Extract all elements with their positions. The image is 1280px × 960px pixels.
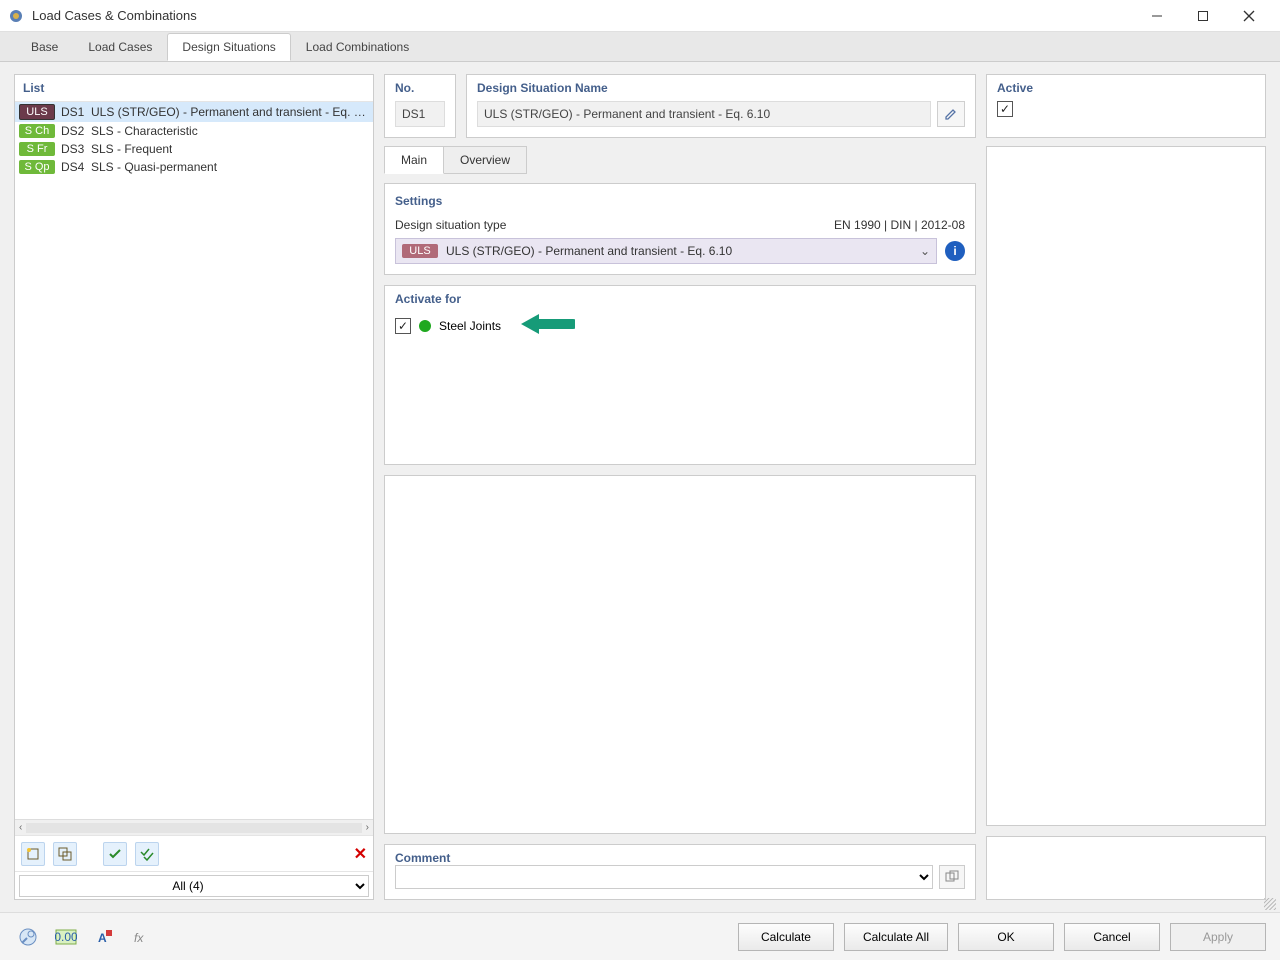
pencil-icon — [944, 107, 958, 121]
new-item-button[interactable] — [21, 842, 45, 866]
steel-joints-checkbox[interactable] — [395, 318, 411, 334]
no-field[interactable]: DS1 — [395, 101, 445, 127]
standard-label: EN 1990 | DIN | 2012-08 — [834, 218, 965, 232]
check-some-button[interactable] — [103, 842, 127, 866]
edit-name-button[interactable] — [937, 101, 965, 127]
units-button[interactable]: 0.00 — [52, 923, 80, 951]
name-field[interactable]: ULS (STR/GEO) - Permanent and transient … — [477, 101, 931, 127]
list-item[interactable]: S Qp DS4 SLS - Quasi-permanent — [15, 158, 373, 176]
situation-type-dropdown[interactable]: ULS ULS (STR/GEO) - Permanent and transi… — [395, 238, 937, 264]
list-toolbar: ✕ — [15, 835, 373, 871]
resize-grip[interactable] — [1264, 898, 1276, 910]
tab-base[interactable]: Base — [16, 33, 73, 61]
list-item-id: DS1 — [61, 105, 91, 119]
comment-library-button[interactable] — [939, 865, 965, 889]
dialog-footer: 0.00 A fx Calculate Calculate All OK Can… — [0, 912, 1280, 960]
details-header: No. DS1 Design Situation Name ULS (STR/G… — [384, 74, 1266, 138]
tab-load-combinations[interactable]: Load Combinations — [291, 33, 424, 61]
name-box: Design Situation Name ULS (STR/GEO) - Pe… — [466, 74, 976, 138]
list-body: ULS DS1 ULS (STR/GEO) - Permanent and tr… — [15, 102, 373, 819]
titlebar: Load Cases & Combinations — [0, 0, 1280, 32]
list-item-id: DS3 — [61, 142, 91, 156]
empty-panel — [384, 475, 976, 834]
active-box: Active — [986, 74, 1266, 138]
side-panel-upper — [986, 146, 1266, 826]
no-box: No. DS1 — [384, 74, 456, 138]
side-panel-lower — [986, 836, 1266, 900]
list-item-id: DS2 — [61, 124, 91, 138]
list-heading: List — [15, 75, 373, 102]
list-filter: All (4) — [15, 871, 373, 899]
steel-joints-label: Steel Joints — [439, 319, 501, 333]
no-label: No. — [395, 81, 445, 95]
list-panel: List ULS DS1 ULS (STR/GEO) - Permanent a… — [14, 74, 374, 900]
cards-icon — [945, 870, 959, 884]
list-item-name: SLS - Quasi-permanent — [91, 160, 217, 174]
calculate-button[interactable]: Calculate — [738, 923, 834, 951]
text-tool-button[interactable]: A — [90, 923, 118, 951]
app-icon — [8, 8, 24, 24]
scroll-right-icon[interactable]: › — [366, 822, 369, 833]
delete-button[interactable]: ✕ — [354, 844, 367, 864]
settings-box: Settings Design situation type EN 1990 |… — [384, 183, 976, 275]
minimize-button[interactable] — [1134, 0, 1180, 32]
settings-title: Settings — [395, 194, 965, 208]
inner-tab-overview[interactable]: Overview — [444, 146, 527, 174]
copy-item-button[interactable] — [53, 842, 77, 866]
list-item-name: ULS (STR/GEO) - Permanent and transient … — [91, 105, 366, 119]
list-item[interactable]: S Ch DS2 SLS - Characteristic — [15, 122, 373, 140]
comment-input[interactable] — [395, 865, 933, 889]
chevron-down-icon: ⌄ — [920, 244, 930, 258]
list-item[interactable]: ULS DS1 ULS (STR/GEO) - Permanent and tr… — [15, 102, 373, 122]
svg-text:A: A — [98, 931, 107, 945]
info-button[interactable]: i — [945, 241, 965, 261]
active-checkbox[interactable] — [997, 101, 1013, 117]
status-dot-icon — [419, 320, 431, 332]
list-item-tag: S Ch — [19, 124, 55, 138]
help-button[interactable] — [14, 923, 42, 951]
svg-text:fx: fx — [134, 931, 144, 945]
ok-button[interactable]: OK — [958, 923, 1054, 951]
check-all-button[interactable] — [135, 842, 159, 866]
filter-select[interactable]: All (4) — [19, 875, 369, 897]
name-label: Design Situation Name — [477, 81, 965, 95]
fx-button[interactable]: fx — [128, 923, 156, 951]
svg-text:0.00: 0.00 — [55, 930, 77, 944]
window-title: Load Cases & Combinations — [32, 8, 1134, 23]
list-item-tag: S Fr — [19, 142, 55, 156]
close-button[interactable] — [1226, 0, 1272, 32]
list-item-tag: S Qp — [19, 160, 55, 174]
tab-load-cases[interactable]: Load Cases — [73, 33, 167, 61]
inner-tabstrip: Main Overview — [384, 146, 976, 174]
comment-box: Comment — [384, 844, 976, 900]
list-item-name: SLS - Frequent — [91, 142, 172, 156]
inner-tab-main[interactable]: Main — [384, 146, 444, 174]
dropdown-text: ULS (STR/GEO) - Permanent and transient … — [446, 244, 732, 258]
scroll-left-icon[interactable]: ‹ — [19, 822, 22, 833]
maximize-button[interactable] — [1180, 0, 1226, 32]
calculate-all-button[interactable]: Calculate All — [844, 923, 948, 951]
active-label: Active — [997, 81, 1255, 95]
list-item-tag: ULS — [19, 104, 55, 120]
top-tabstrip: Base Load Cases Design Situations Load C… — [0, 32, 1280, 62]
list-item[interactable]: S Fr DS3 SLS - Frequent — [15, 140, 373, 158]
activate-title: Activate for — [395, 292, 965, 306]
activate-box: Activate for Steel Joints — [384, 285, 976, 465]
list-hscrollbar[interactable]: ‹ › — [15, 819, 373, 835]
list-item-name: SLS - Characteristic — [91, 124, 198, 138]
dropdown-tag: ULS — [402, 244, 438, 258]
situation-type-label: Design situation type — [395, 218, 506, 232]
list-item-id: DS4 — [61, 160, 91, 174]
apply-button[interactable]: Apply — [1170, 923, 1266, 951]
comment-title: Comment — [395, 851, 965, 865]
tab-design-situations[interactable]: Design Situations — [167, 33, 290, 61]
cancel-button[interactable]: Cancel — [1064, 923, 1160, 951]
annotation-arrow-icon — [519, 312, 575, 339]
